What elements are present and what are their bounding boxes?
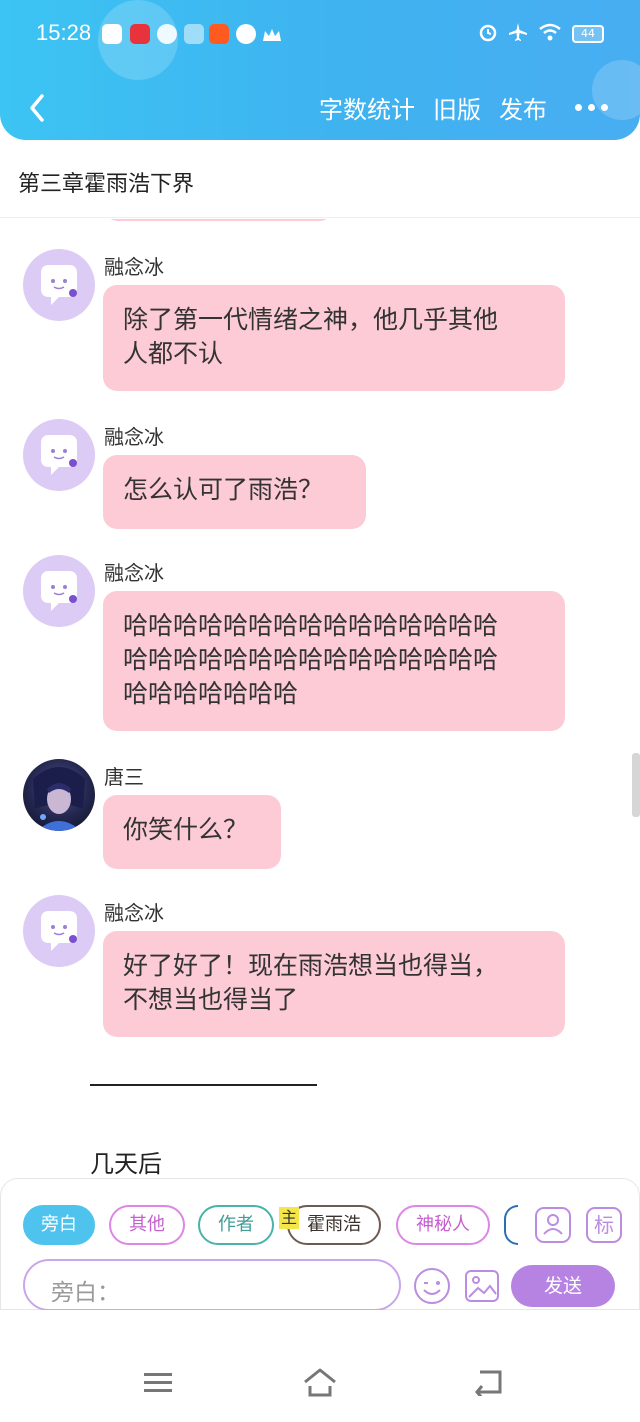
- message-text: 哈哈哈哈哈哈哈: [123, 679, 299, 708]
- word-count-button[interactable]: 字数统计: [319, 90, 415, 125]
- sender-name: 融念冰: [104, 561, 164, 585]
- message-bubble[interactable]: 除了第一代情绪之神，他几乎其他 人都不认: [103, 285, 565, 391]
- image-icon[interactable]: [463, 1267, 501, 1305]
- crown-icon: [262, 27, 282, 41]
- chat-content[interactable]: 融念冰 除了第一代情绪之神，他几乎其他 人都不认 融念冰 怎么认可了雨浩？ 融念…: [0, 219, 640, 1179]
- chapter-title[interactable]: 第三章霍雨浩下界: [18, 166, 194, 198]
- message-text: 人都不认: [123, 339, 224, 368]
- scrollbar-thumb[interactable]: [632, 753, 640, 817]
- message-text: 你笑什么？: [123, 815, 249, 844]
- message-input-placeholder: 旁白：: [51, 1280, 120, 1306]
- message-text: 怎么认可了雨浩？: [123, 475, 324, 504]
- message-bubble[interactable]: 哈哈哈哈哈哈哈哈哈哈哈哈哈哈哈 哈哈哈哈哈哈哈哈哈哈哈哈哈哈哈 哈哈哈哈哈哈哈: [103, 591, 565, 731]
- tag-icon[interactable]: 标: [586, 1207, 622, 1243]
- message-text: 哈哈哈哈哈哈哈哈哈哈哈哈哈哈哈: [123, 611, 499, 640]
- wechat-icon: [157, 24, 177, 44]
- ice-avatar[interactable]: [23, 555, 95, 627]
- send-button[interactable]: 发送: [511, 1265, 615, 1307]
- narration-text[interactable]: 几天后: [90, 1144, 162, 1179]
- message-text: 不想当也得当了: [123, 985, 299, 1014]
- message-text: 除了第一代情绪之神，他几乎其他: [123, 305, 499, 334]
- role-partial-button[interactable]: [504, 1205, 518, 1245]
- role-mystery-button[interactable]: 神秘人: [396, 1205, 490, 1245]
- nav-actions: 字数统计 旧版 发布: [319, 90, 608, 125]
- menu-icon[interactable]: [142, 1370, 174, 1400]
- previous-bubble: [104, 219, 334, 221]
- nav-bar: 字数统计 旧版 发布: [0, 82, 640, 134]
- message-bubble[interactable]: 怎么认可了雨浩？: [103, 455, 366, 529]
- music-icon: [102, 24, 122, 44]
- chapter-header: 第三章霍雨浩下界: [0, 140, 640, 218]
- back-icon[interactable]: [472, 1368, 506, 1400]
- message-text: 好了好了！现在雨浩想当也得当，: [123, 951, 499, 980]
- role-narrator-button[interactable]: 旁白: [23, 1205, 95, 1245]
- wifi-icon: [538, 23, 562, 45]
- ice-avatar[interactable]: [23, 895, 95, 967]
- status-bar: 15:28 44: [0, 14, 640, 54]
- sender-name: 融念冰: [104, 425, 164, 449]
- message-input[interactable]: 旁白：: [23, 1259, 401, 1311]
- tang-san-avatar[interactable]: [23, 759, 95, 831]
- system-nav-bar: [0, 1310, 640, 1422]
- home-icon[interactable]: [302, 1366, 338, 1402]
- compass-icon: [236, 24, 256, 44]
- taobao-icon: [209, 24, 229, 44]
- input-panel: 旁白 其他 作者 霍雨浩 主 神秘人 标 旁白： 发送: [0, 1178, 640, 1311]
- app-icon: [184, 24, 204, 44]
- ice-avatar[interactable]: [23, 249, 95, 321]
- message-bubble[interactable]: 好了好了！现在雨浩想当也得当， 不想当也得当了: [103, 931, 565, 1037]
- old-version-button[interactable]: 旧版: [433, 90, 481, 125]
- status-time: 15:28: [36, 20, 92, 45]
- message-bubble[interactable]: 你笑什么？: [103, 795, 281, 869]
- message-text: 哈哈哈哈哈哈哈哈哈哈哈哈哈哈哈: [123, 645, 499, 674]
- emoji-icon[interactable]: [413, 1267, 451, 1305]
- alarm-icon: [478, 22, 498, 46]
- sender-name: 唐三: [104, 765, 144, 789]
- ice-avatar[interactable]: [23, 419, 95, 491]
- app-header: 15:28 44 字数统计 旧版 发布: [0, 0, 640, 140]
- airplane-icon: [508, 22, 528, 46]
- more-dots-icon[interactable]: [575, 104, 608, 111]
- publish-button[interactable]: 发布: [499, 90, 547, 125]
- section-divider: [90, 1084, 317, 1086]
- chevron-left-icon[interactable]: [20, 88, 60, 128]
- main-character-badge: 主: [279, 1207, 299, 1229]
- role-other-button[interactable]: 其他: [109, 1205, 185, 1245]
- character-manage-icon[interactable]: [535, 1207, 571, 1243]
- role-huo-yuhao-button[interactable]: 霍雨浩: [287, 1205, 381, 1245]
- battery-icon: 44: [572, 25, 604, 43]
- sender-name: 融念冰: [104, 901, 164, 925]
- sender-name: 融念冰: [104, 255, 164, 279]
- role-author-button[interactable]: 作者: [198, 1205, 274, 1245]
- xiaohongshu-icon: [130, 24, 150, 44]
- status-right: 44: [478, 22, 604, 46]
